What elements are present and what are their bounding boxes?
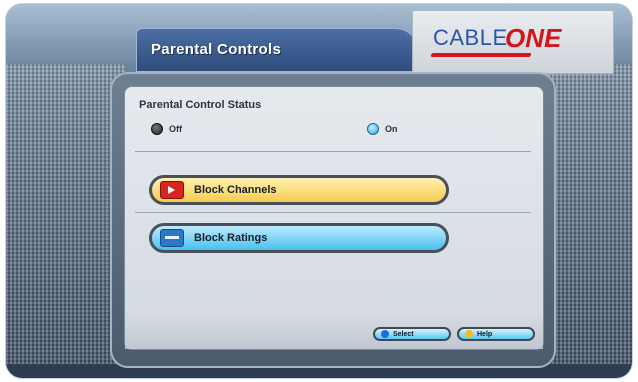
help-button[interactable]: Help: [457, 327, 535, 341]
radio-on-label: On: [385, 124, 398, 134]
block-channels-button[interactable]: Block Channels: [149, 175, 449, 205]
panel-footer: Select Help: [125, 315, 543, 349]
yellow-dot-icon: [465, 330, 473, 338]
left-speaker-grill: [6, 64, 126, 364]
main-panel: Parental Control Status Off On Block Cha…: [124, 86, 544, 350]
blue-dot-icon: [381, 330, 389, 338]
tv-frame: Parental Controls CABLE ONE Parental Con…: [6, 4, 632, 378]
divider: [135, 151, 531, 152]
radio-off-label: Off: [169, 124, 182, 134]
select-button[interactable]: Select: [373, 327, 451, 341]
logo-one-text: ONE: [505, 23, 562, 53]
radio-on[interactable]: On: [367, 123, 398, 135]
parental-control-status-label: Parental Control Status: [139, 99, 262, 111]
main-panel-frame: Parental Control Status Off On Block Cha…: [110, 72, 556, 368]
block-ratings-label: Block Ratings: [194, 232, 268, 244]
select-label: Select: [393, 330, 414, 338]
title-bar: Parental Controls: [136, 28, 418, 72]
tv-icon: [160, 181, 184, 199]
help-label: Help: [477, 330, 493, 338]
ratings-icon: [160, 229, 184, 247]
radio-off-dot-icon: [151, 123, 163, 135]
logo-cable-text: CABLE: [433, 25, 508, 50]
divider: [135, 212, 531, 213]
page-title: Parental Controls: [151, 41, 282, 58]
logo-swoosh: [430, 53, 532, 57]
block-ratings-button[interactable]: Block Ratings: [149, 223, 449, 253]
radio-off[interactable]: Off: [151, 123, 182, 135]
radio-on-dot-icon: [367, 123, 379, 135]
block-channels-label: Block Channels: [194, 184, 277, 196]
cable-one-logo: CABLE ONE: [412, 10, 614, 74]
